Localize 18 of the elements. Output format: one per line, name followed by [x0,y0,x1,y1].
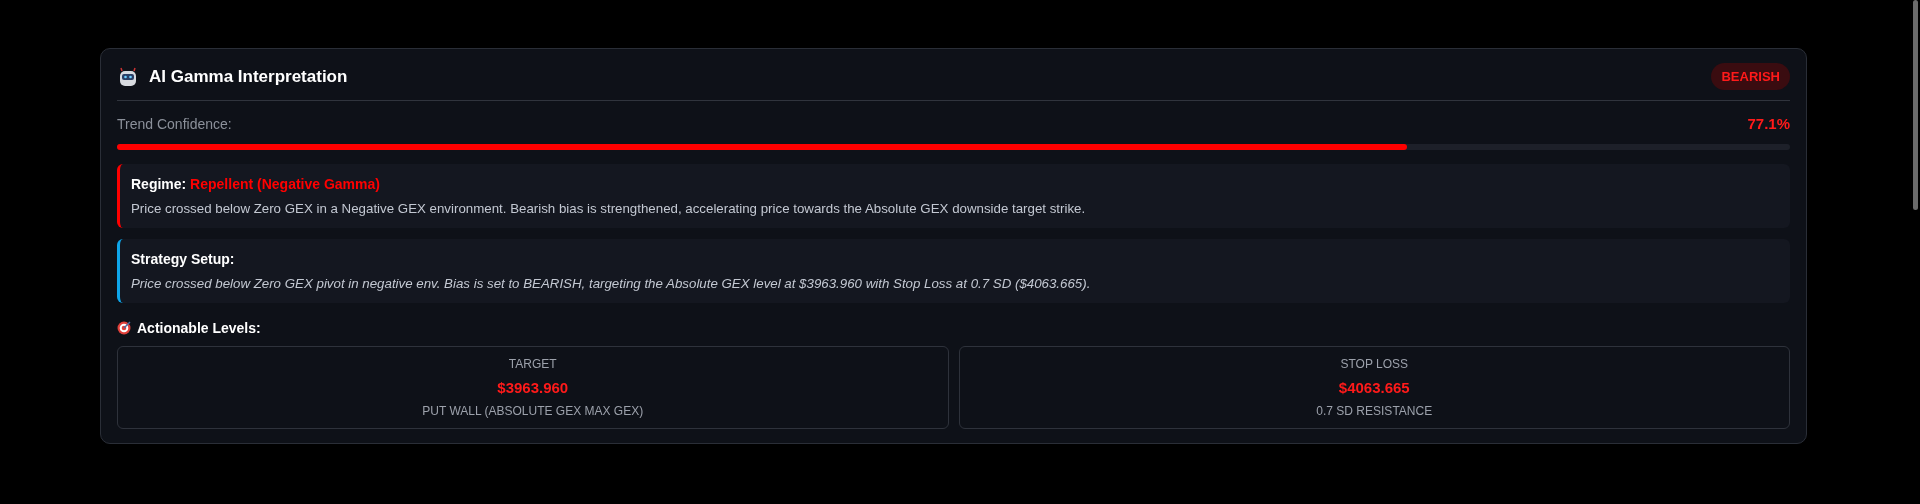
callout-title: Regime: Repellent (Negative Gamma) [131,176,381,192]
confidence-value: 77.1% [1747,115,1790,132]
levels-title: Actionable Levels: [137,320,261,336]
level-label: TARGET [508,357,557,371]
callout-text: Price crossed below Zero GEX in a Negative GEX environment. Bearish bias is strengthened, accelerating price towards the Absolute GEX downside target strike. [131,201,1087,216]
bias-badge: BEARISH [1711,63,1790,90]
target-icon [117,321,131,335]
level-label: STOP LOSS [1340,357,1409,371]
level-note: PUT WALL (ABSOLUTE GEX MAX GEX) [422,404,644,418]
level-note: 0.7 SD RESISTANCE [1316,404,1433,418]
confidence-label: Trend Confidence: [117,115,232,132]
card-title: AI Gamma Interpretation [149,66,348,87]
callout-title: Strategy Setup: [131,251,236,267]
level-value: $3963.960 [497,379,569,396]
scrollbar-thumb[interactable] [1913,0,1918,210]
robot-icon [117,65,139,88]
callout-text: Price crossed below Zero GEX pivot in negative env. Bias is set to BEARISH, targeting the Absolute GEX level at $3963.960 with Stop Loss at 0.7 SD ($4063.665). [131,276,1092,291]
level-value: $4063.665 [1338,379,1410,396]
